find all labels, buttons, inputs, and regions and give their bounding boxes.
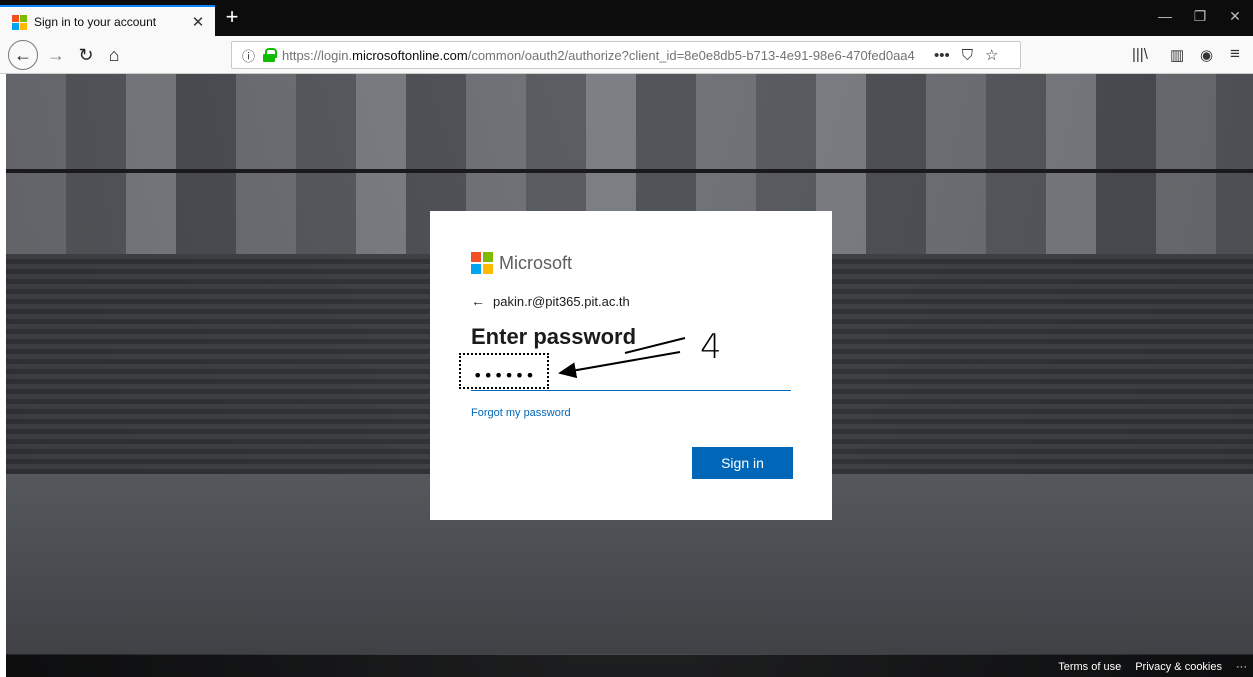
annotation-arrow	[558, 337, 686, 379]
annotation-pointer-line	[624, 337, 686, 354]
annotation-step-number: 4	[700, 327, 722, 367]
annotation-arrow-line	[558, 351, 681, 379]
